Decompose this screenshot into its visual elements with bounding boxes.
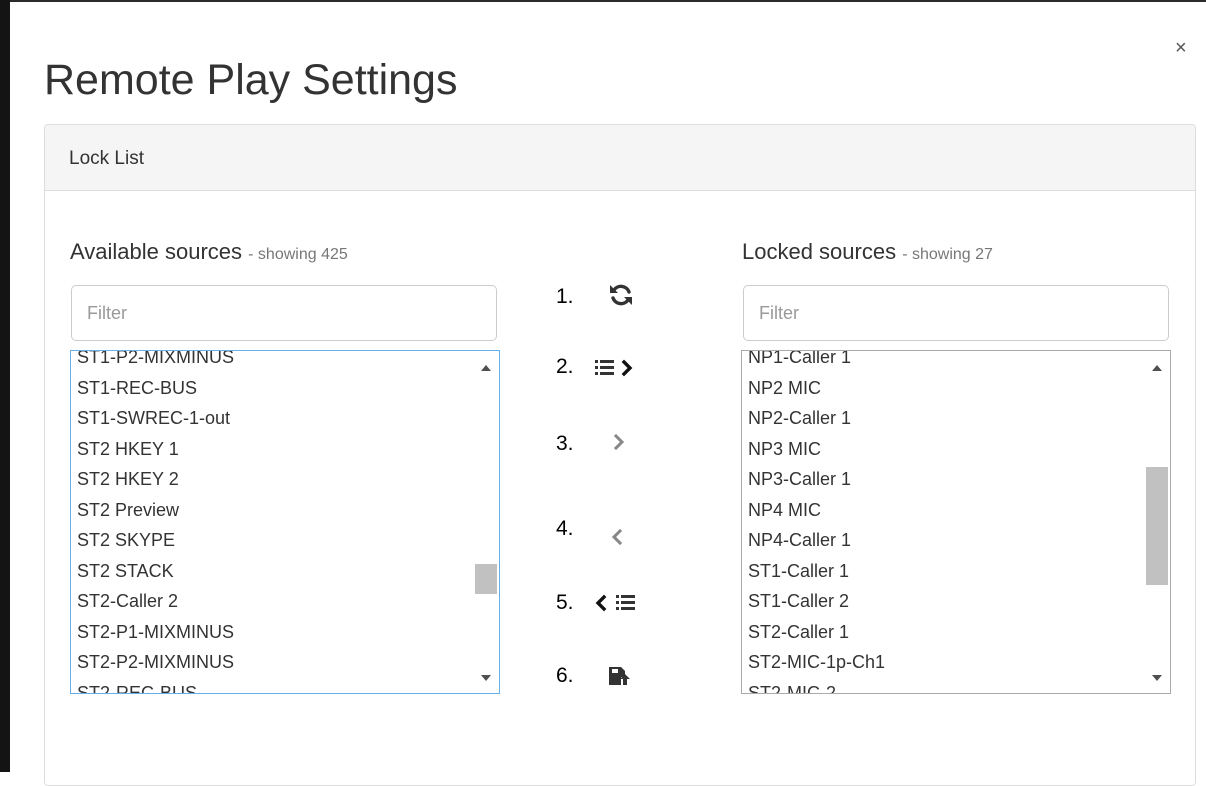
list-item[interactable]: ST1-REC-BUS (77, 373, 469, 404)
available-sources-heading: Available sources - showing 425 (70, 238, 348, 269)
list-item[interactable]: ST1-SWREC-1-out (77, 403, 469, 434)
move-selected-right-icon[interactable] (612, 433, 626, 451)
list-item[interactable]: NP2 MIC (748, 373, 1140, 404)
control-number-5: 5. (556, 591, 574, 614)
list-item[interactable]: NP2-Caller 1 (748, 403, 1140, 434)
scroll-up-arrow-icon[interactable] (481, 365, 491, 371)
list-item[interactable]: ST2 HKEY 1 (77, 434, 469, 465)
locked-scrollbar[interactable] (1144, 351, 1170, 693)
locked-sources-heading: Locked sources - showing 27 (742, 238, 993, 269)
control-number-2: 2. (556, 355, 574, 378)
control-number-6: 6. (556, 664, 574, 687)
move-all-left-icon[interactable] (594, 594, 638, 612)
scroll-down-arrow-icon[interactable] (1152, 675, 1162, 681)
locked-sources-title: Locked sources (742, 239, 897, 264)
move-selected-left-icon[interactable] (610, 528, 624, 546)
list-item[interactable]: NP3-Caller 1 (748, 464, 1140, 495)
scroll-up-arrow-icon[interactable] (1152, 365, 1162, 371)
list-item[interactable]: ST2-Caller 1 (748, 617, 1140, 648)
list-item[interactable]: ST2-MIC-1p-Ch1 (748, 647, 1140, 678)
available-sources-count: - showing 425 (248, 246, 348, 263)
list-item[interactable]: NP1-Caller 1 (748, 351, 1140, 373)
list-item[interactable]: ST1-Caller 2 (748, 586, 1140, 617)
locked-sources-list[interactable]: NP1-Caller 1 NP2 MIC NP2-Caller 1 NP3 MIC NP… (741, 350, 1171, 694)
list-item[interactable]: ST1-Caller 1 (748, 556, 1140, 587)
list-item[interactable]: NP3 MIC (748, 434, 1140, 465)
control-number-1: 1. (556, 285, 574, 308)
list-item[interactable]: ST2-MIC-2 (748, 678, 1140, 694)
list-item[interactable]: ST2-Caller 2 (77, 586, 469, 617)
list-item[interactable]: ST1-P2-MIXMINUS (77, 351, 469, 373)
control-number-4: 4. (556, 517, 574, 540)
locked-items: NP1-Caller 1 NP2 MIC NP2-Caller 1 NP3 MIC NP… (748, 351, 1140, 694)
scrollbar-thumb[interactable] (475, 564, 497, 594)
locked-sources-count: - showing 27 (902, 246, 993, 263)
save-icon[interactable] (608, 665, 632, 687)
list-item[interactable]: ST2 SKYPE (77, 525, 469, 556)
available-filter-input[interactable] (71, 285, 497, 341)
close-button[interactable]: × (1175, 38, 1187, 58)
control-number-3: 3. (556, 432, 574, 455)
available-sources-list[interactable]: ST1-P2-MIXMINUS ST1-REC-BUS ST1-SWREC-1-ou… (70, 350, 500, 694)
available-scrollbar[interactable] (473, 351, 499, 693)
move-all-right-icon[interactable] (594, 359, 638, 377)
modal-title: Remote Play Settings (44, 56, 458, 104)
list-item[interactable]: ST2-REC-BUS (77, 678, 469, 694)
list-item[interactable]: ST2 STACK (77, 556, 469, 587)
panel-title: Lock List (69, 148, 144, 169)
list-item[interactable]: ST2 Preview (77, 495, 469, 526)
window-top-edge (10, 0, 1206, 2)
list-item[interactable]: ST2-P1-MIXMINUS (77, 617, 469, 648)
list-item[interactable]: NP4 MIC (748, 495, 1140, 526)
locked-filter-input[interactable] (743, 285, 1169, 341)
available-sources-title: Available sources (70, 239, 243, 264)
window-edge (0, 0, 10, 772)
list-item[interactable]: ST2-P2-MIXMINUS (77, 647, 469, 678)
scrollbar-thumb[interactable] (1146, 467, 1168, 585)
available-items: ST1-P2-MIXMINUS ST1-REC-BUS ST1-SWREC-1-ou… (77, 351, 469, 694)
refresh-icon[interactable] (609, 284, 633, 306)
list-item[interactable]: ST2 HKEY 2 (77, 464, 469, 495)
scroll-down-arrow-icon[interactable] (481, 675, 491, 681)
panel-heading: Lock List (45, 125, 1195, 191)
list-item[interactable]: NP4-Caller 1 (748, 525, 1140, 556)
